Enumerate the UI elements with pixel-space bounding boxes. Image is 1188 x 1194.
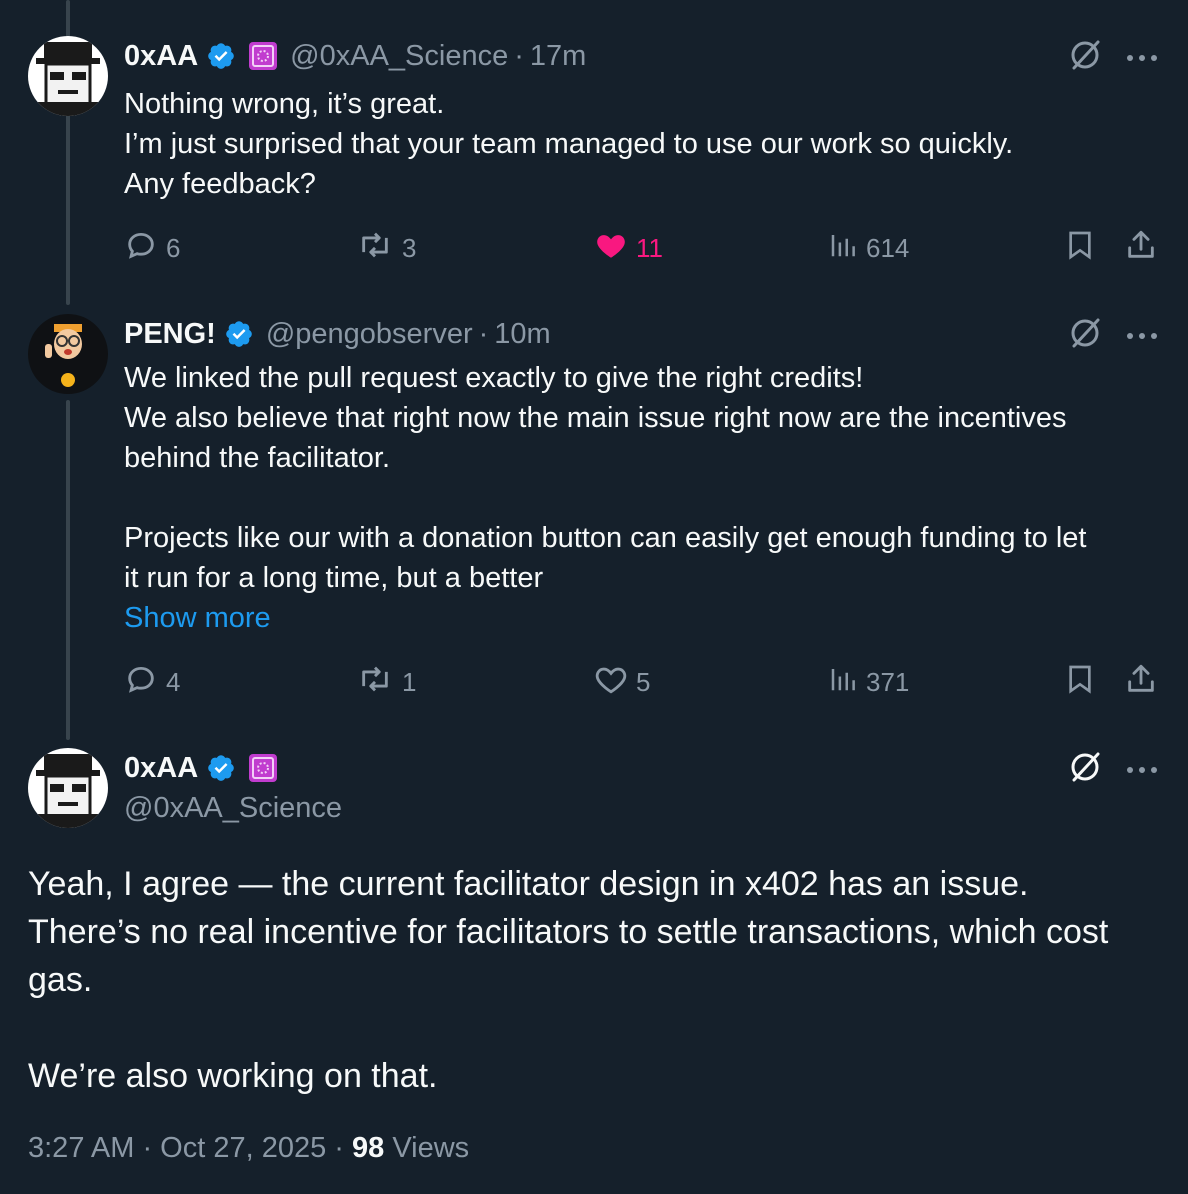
views-count: 98 xyxy=(352,1132,385,1164)
tweet-header: 0xAA @0xAA_Science · 17m xyxy=(124,36,586,76)
reply-count: 4 xyxy=(166,666,181,697)
share-icon xyxy=(1124,662,1158,703)
more-icon[interactable] xyxy=(1126,54,1158,62)
bookmark-icon xyxy=(1064,662,1096,703)
author-handle[interactable]: @0xAA_Science xyxy=(290,40,508,73)
tweet-text-line: There’s no real incentive for facilitato… xyxy=(28,913,1109,951)
avatar[interactable] xyxy=(28,314,108,394)
affiliate-badge-icon[interactable] xyxy=(248,753,278,783)
reply-icon xyxy=(124,228,158,269)
share-icon xyxy=(1124,228,1158,269)
author-name[interactable]: PENG! xyxy=(124,318,216,351)
repost-button[interactable]: 3 xyxy=(356,228,416,268)
author-handle[interactable]: @0xAA_Science xyxy=(124,792,342,825)
reply-count: 6 xyxy=(166,232,181,263)
tweet-text: We linked the pull request exactly to gi… xyxy=(124,358,1164,638)
bookmark-icon xyxy=(1064,228,1096,269)
main-tweet-text: Yeah, I agree — the current facilitator … xyxy=(28,860,1168,1100)
like-icon xyxy=(594,228,628,269)
tweet-text-line xyxy=(124,478,1164,518)
tweet-text-line: it run for a long time, but a better xyxy=(124,562,544,594)
tweet-header: PENG! @pengobserver · 10m xyxy=(124,314,551,354)
repost-button[interactable]: 1 xyxy=(356,662,416,702)
tweet-header: 0xAA xyxy=(124,748,278,788)
grok-icon[interactable] xyxy=(1068,38,1102,77)
tweet-text-line xyxy=(28,1004,1168,1052)
tweet-text-line: Yeah, I agree — the current facilitator … xyxy=(28,865,1029,903)
views-button[interactable]: 371 xyxy=(828,662,909,702)
tweet-top-icons xyxy=(1068,750,1158,789)
tweet-text-line: I’m just surprised that your team manage… xyxy=(124,128,1014,160)
tweet-meta: 3:27 AM · Oct 27, 2025 · 98 Views xyxy=(28,1132,469,1165)
tweet-top-icons xyxy=(1068,316,1158,355)
verified-badge-icon xyxy=(224,319,254,349)
views-count: 371 xyxy=(866,666,910,697)
like-count: 11 xyxy=(636,232,663,263)
views-icon xyxy=(828,230,858,267)
tweet-time[interactable]: 10m xyxy=(494,318,550,351)
reply-button[interactable]: 4 xyxy=(124,662,180,702)
reply-button[interactable]: 6 xyxy=(124,228,180,268)
grok-icon[interactable] xyxy=(1068,316,1102,355)
author-name[interactable]: 0xAA xyxy=(124,40,198,73)
verified-badge-icon xyxy=(206,753,236,783)
verified-badge-icon xyxy=(206,41,236,71)
like-icon xyxy=(594,662,628,703)
author-handle[interactable]: @pengobserver xyxy=(266,318,473,351)
more-icon[interactable] xyxy=(1126,332,1158,340)
avatar[interactable] xyxy=(28,36,108,116)
reply-icon xyxy=(124,662,158,703)
tweet-actions: 6 3 11 614 xyxy=(124,228,1158,268)
tweet-text-line: Projects like our with a donation button… xyxy=(124,522,1087,554)
tweet-top-icons xyxy=(1068,38,1158,77)
repost-icon xyxy=(356,228,394,269)
tweet-text: Nothing wrong, it’s great. I’m just surp… xyxy=(124,84,1164,204)
separator: · xyxy=(478,317,489,350)
show-more-link[interactable]: Show more xyxy=(124,602,271,634)
separator: · xyxy=(514,39,524,72)
thread-line xyxy=(66,400,70,740)
views-label: Views xyxy=(384,1132,470,1164)
like-button[interactable]: 5 xyxy=(594,662,650,702)
repost-count: 3 xyxy=(402,232,417,263)
tweet-text-line: Any feedback? xyxy=(124,168,316,200)
tweet-text-line: We’re also working on that. xyxy=(28,1057,438,1095)
tweet-text-line: gas. xyxy=(28,961,93,999)
tweet-actions: 4 1 5 371 xyxy=(124,662,1158,702)
tweet-text-line: We linked the pull request exactly to gi… xyxy=(124,362,864,394)
like-button[interactable]: 11 xyxy=(594,228,663,268)
tweet-text-line: We also believe that right now the main … xyxy=(124,402,1067,434)
more-icon[interactable] xyxy=(1126,766,1158,774)
tweet-subheader: @0xAA_Science xyxy=(124,788,342,828)
tweet-time[interactable]: 17m xyxy=(530,40,586,73)
repost-icon xyxy=(356,662,394,703)
like-count: 5 xyxy=(636,666,651,697)
views-count: 614 xyxy=(866,232,910,263)
author-name[interactable]: 0xAA xyxy=(124,752,198,785)
bookmark-button[interactable] xyxy=(1064,662,1096,702)
avatar[interactable] xyxy=(28,748,108,828)
bookmark-button[interactable] xyxy=(1064,228,1096,268)
tweet-timestamp[interactable]: 3:27 AM · Oct 27, 2025 · xyxy=(28,1132,352,1164)
share-button[interactable] xyxy=(1124,228,1158,268)
share-button[interactable] xyxy=(1124,662,1158,702)
tweet-text-line: Nothing wrong, it’s great. xyxy=(124,88,445,120)
grok-icon[interactable] xyxy=(1068,750,1102,789)
affiliate-badge-icon[interactable] xyxy=(248,41,278,71)
repost-count: 1 xyxy=(402,666,417,697)
tweet-text-line: behind the facilitator. xyxy=(124,442,391,474)
views-button[interactable]: 614 xyxy=(828,228,909,268)
views-icon xyxy=(828,664,858,701)
